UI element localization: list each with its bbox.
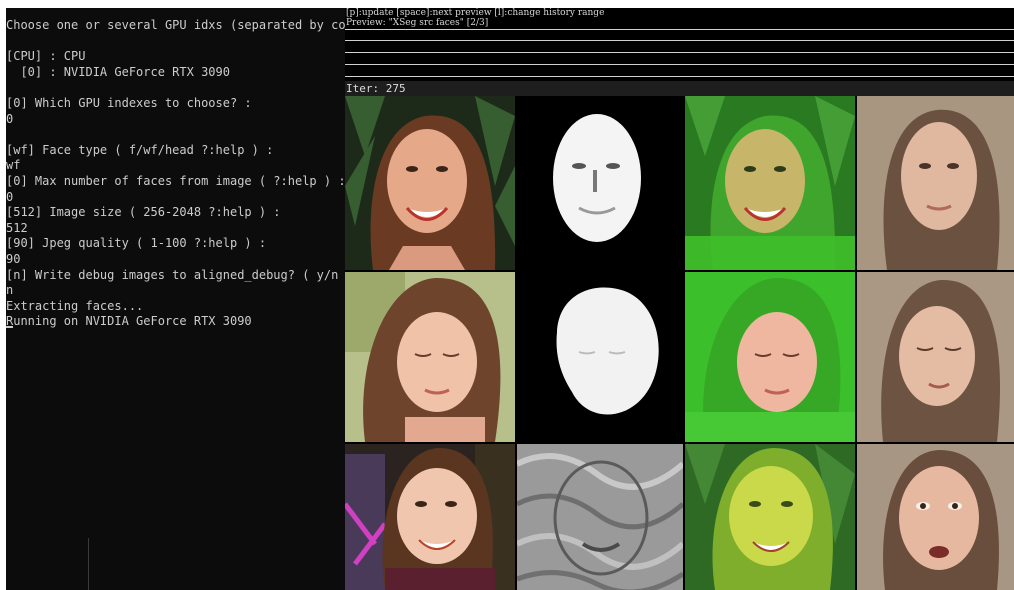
source-face-image [345, 444, 515, 590]
terminal-line: [0] : NVIDIA GeForce RTX 3090 [6, 64, 230, 79]
mask-image [517, 444, 683, 590]
terminal-line: [n] Write debug images to aligned_debug?… [6, 267, 345, 282]
terminal-line: [0] Max number of faces from image ( ?:h… [6, 173, 345, 188]
terminal-line: 512 [6, 220, 28, 235]
terminal-window[interactable]: Choose one or several GPU idxs (separate… [6, 8, 345, 590]
terminal-line: Choose one or several GPU idxs (separate… [6, 18, 345, 32]
terminal-line: wf [6, 158, 21, 173]
keyboard-help-text: [p]:update [space]:next preview [l]:chan… [346, 8, 605, 18]
mask-image [517, 272, 683, 442]
iteration-counter: Iter: 275 [346, 82, 406, 95]
mask-overlay-image [685, 272, 855, 442]
terminal-line: 0 [6, 189, 14, 204]
terminal-line: [wf] Face type ( f/wf/head ?:help ) : [6, 142, 274, 157]
source-face-image [345, 96, 515, 270]
xseg-preview-window[interactable]: [p]:update [space]:next preview [l]:chan… [345, 8, 1014, 590]
mask-overlay-image [685, 444, 855, 590]
reconstruction-image [857, 444, 1014, 590]
terminal-line: 90 [6, 251, 21, 266]
history-graph-line [345, 76, 1014, 77]
terminal-line: Running on NVIDIA GeForce RTX 3090 [6, 314, 252, 329]
history-graph-line [345, 29, 1014, 30]
preview-header: [p]:update [space]:next preview [l]:chan… [345, 8, 1014, 96]
terminal-line: [CPU] : CPU [6, 49, 86, 64]
preview-image-grid [345, 96, 1014, 590]
source-face-image [345, 272, 515, 442]
history-graph-line [345, 52, 1014, 53]
mask-image [517, 96, 683, 270]
terminal-line: 0 [6, 111, 14, 126]
reconstruction-image [857, 272, 1014, 442]
divider [88, 538, 89, 590]
history-graph-line [345, 64, 1014, 65]
reconstruction-image [857, 96, 1014, 270]
iteration-bar: Iter: 275 [345, 81, 1014, 96]
terminal-line: [90] Jpeg quality ( 1-100 ?:help ) : [6, 236, 267, 251]
terminal-line: Extracting faces... [6, 298, 144, 313]
mask-overlay-image [685, 96, 855, 270]
terminal-line: [512] Image size ( 256-2048 ?:help ) : [6, 205, 281, 220]
preview-label: Preview: "XSeg src faces" [2/3] [346, 18, 489, 28]
terminal-line: [0] Which GPU indexes to choose? : [6, 95, 252, 110]
terminal-line: n [6, 283, 14, 298]
terminal-output: Choose one or several GPU idxs (separate… [6, 8, 345, 328]
history-graph-line [345, 40, 1014, 41]
